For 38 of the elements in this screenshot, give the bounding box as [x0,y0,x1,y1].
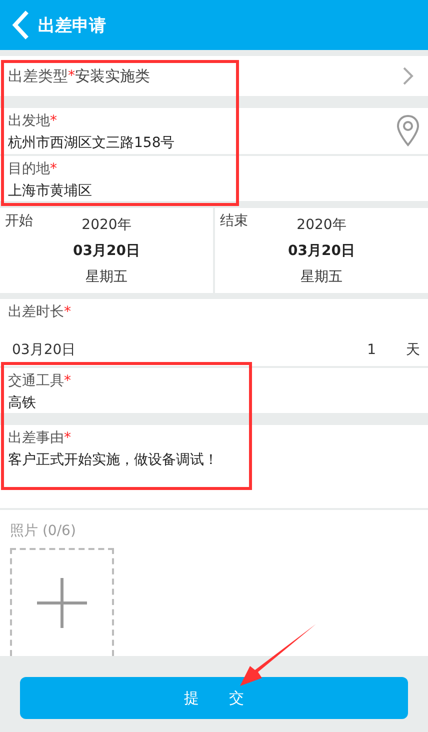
field-label: 交通工具 [8,372,64,390]
field-value: 杭州市西湖区文三路158号 [8,134,175,152]
add-photo-button[interactable] [10,548,114,656]
duration-days: 1 [367,342,376,358]
trip-type-row[interactable]: 出差类型*安装实施类 [0,56,428,96]
year-text: 2020年 [82,216,132,234]
required-mark: * [64,430,71,446]
required-mark: * [64,373,71,389]
field-label: 出差类型 [8,66,68,86]
required-mark: * [64,304,71,320]
weekday-text: 星期五 [300,268,342,286]
plus-icon [37,578,87,628]
field-value: 安装实施类 [75,66,150,86]
date-label: 开始 [5,212,33,230]
reason-text: 客户正式开始实施，做设备调试！ [8,451,218,469]
date-label: 结束 [220,212,248,230]
required-mark: * [50,161,57,177]
page-title: 出差申请 [38,14,106,36]
field-value: 上海市黄埔区 [8,182,92,200]
required-mark: * [68,68,75,84]
field-value: 高铁 [8,394,36,412]
field-label: 出发地 [8,112,50,130]
year-text: 2020年 [296,216,346,234]
field-label: 出差事由 [8,429,64,447]
required-mark: * [50,113,57,129]
location-pin-icon[interactable] [396,114,420,148]
chevron-right-icon [402,66,414,86]
date-picker[interactable]: 开始 2020年 03月20日 星期五 [0,208,215,293]
weekday-text: 星期五 [86,268,128,286]
photos-label: 照片 (0/6) [10,522,76,540]
date-text: 03月20日 [73,242,140,260]
duration-unit: 天 [406,341,420,359]
duration-date: 03月20日 [12,341,76,359]
date-picker[interactable]: 结束 2020年 03月20日 星期五 [215,208,428,293]
field-label: 目的地 [8,160,50,178]
date-text: 03月20日 [288,242,355,260]
back-icon[interactable] [12,10,30,40]
field-label: 出差时长 [8,303,64,321]
